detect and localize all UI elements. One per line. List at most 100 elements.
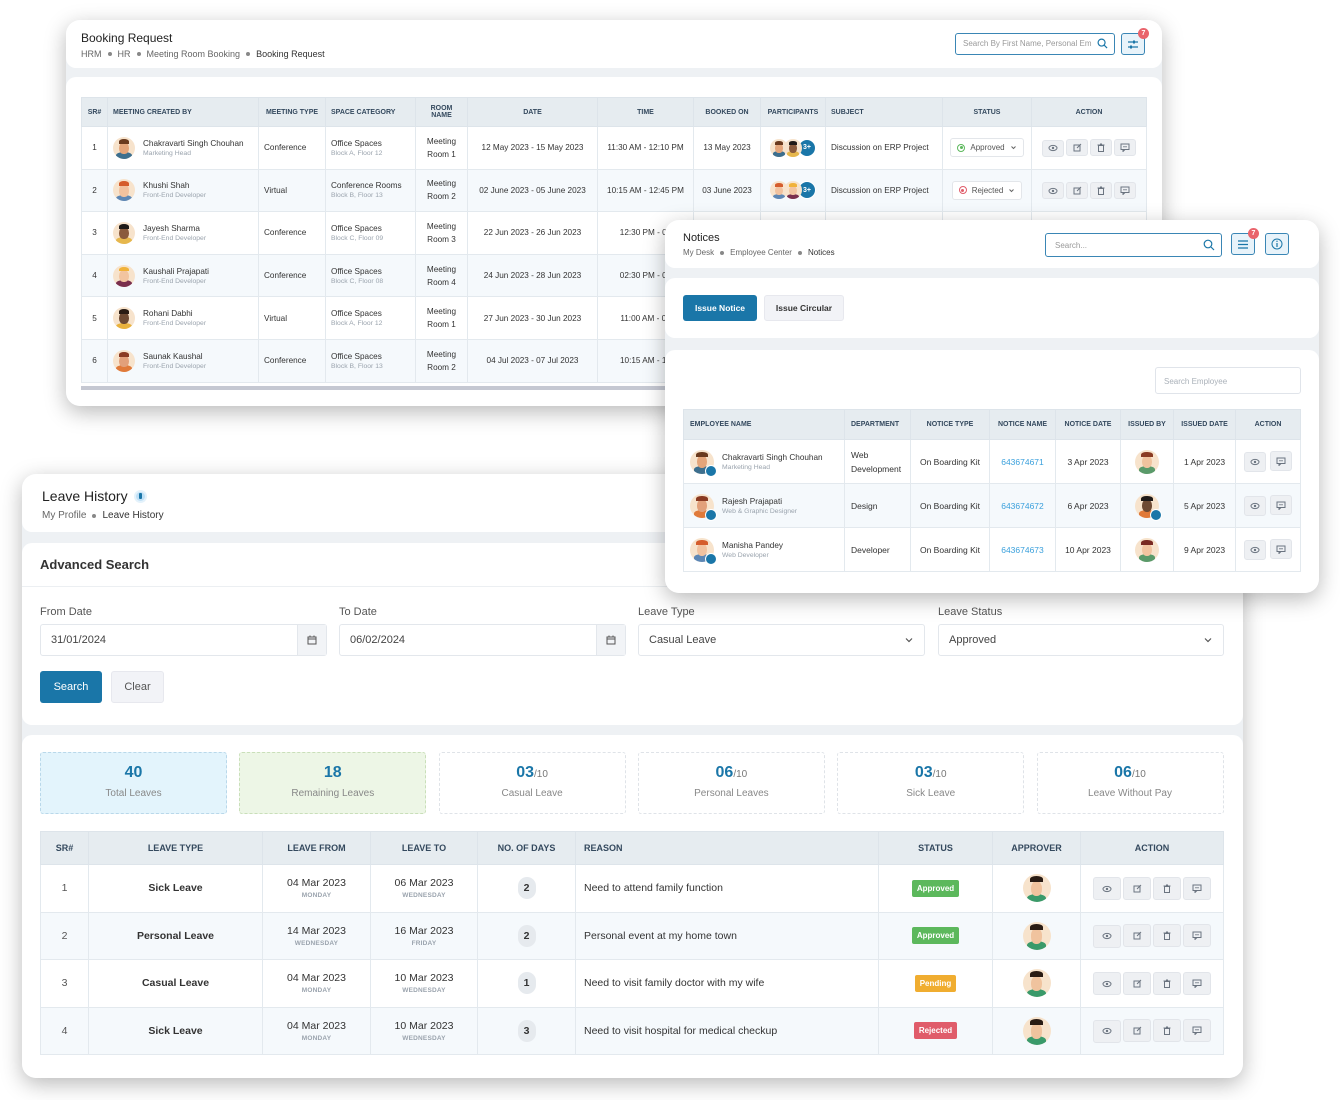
edit-button[interactable] <box>1123 1019 1151 1042</box>
column-header[interactable]: SR# <box>81 97 108 127</box>
column-header[interactable]: NO. OF DAYS <box>477 831 576 865</box>
column-header[interactable]: REASON <box>575 831 879 865</box>
view-button[interactable] <box>1244 495 1266 516</box>
breadcrumb-item[interactable]: Employee Center <box>730 248 792 257</box>
comment-button[interactable] <box>1114 181 1136 199</box>
stat-card: 03/10 Sick Leave <box>837 752 1025 814</box>
column-header[interactable]: LEAVE TYPE <box>88 831 263 865</box>
breadcrumb-item[interactable]: Meeting Room Booking <box>147 49 241 59</box>
column-header[interactable]: STATUS <box>878 831 993 865</box>
column-header[interactable]: LEAVE TO <box>370 831 478 865</box>
column-header[interactable]: ISSUED DATE <box>1173 409 1236 440</box>
column-header[interactable]: BOOKED ON <box>693 97 761 127</box>
column-header[interactable]: DEPARTMENT <box>844 409 911 440</box>
column-header[interactable]: ISSUED BY <box>1120 409 1174 440</box>
column-header[interactable]: ACTION <box>1080 831 1224 865</box>
edit-button[interactable] <box>1066 181 1088 199</box>
comment-button[interactable] <box>1270 539 1292 560</box>
issue-circular-button[interactable]: Issue Circular <box>764 295 844 321</box>
delete-button[interactable] <box>1153 971 1181 995</box>
delete-button[interactable] <box>1090 139 1112 157</box>
column-header[interactable]: NOTICE TYPE <box>910 409 990 440</box>
notice-name-link[interactable]: 643674672 <box>989 483 1056 528</box>
space-name: Office Spaces <box>331 309 382 319</box>
room-line: Meeting <box>426 221 457 231</box>
view-button[interactable] <box>1244 539 1266 560</box>
view-button[interactable] <box>1244 451 1266 472</box>
column-header[interactable]: ROOM NAME <box>415 97 468 127</box>
column-header[interactable]: NOTICE DATE <box>1055 409 1121 440</box>
edit-button[interactable] <box>1123 924 1151 947</box>
search-input[interactable]: Search By First Name, Personal Em <box>955 33 1115 55</box>
delete-button[interactable] <box>1090 181 1112 199</box>
view-button[interactable] <box>1093 924 1121 948</box>
leave-type-cell: Casual Leave <box>88 959 263 1008</box>
view-button[interactable] <box>1093 972 1121 995</box>
from-date-input[interactable]: 31/01/2024 <box>40 624 327 656</box>
stat-total: /10 <box>733 769 748 780</box>
search-button[interactable]: Search <box>40 671 102 703</box>
notice-name-link[interactable]: 643674673 <box>989 527 1056 572</box>
comment-button[interactable] <box>1183 924 1211 947</box>
calendar-icon[interactable] <box>297 625 326 655</box>
filter-button[interactable]: 7 <box>1231 228 1259 255</box>
column-header[interactable]: NOTICE NAME <box>989 409 1056 440</box>
clear-button[interactable]: Clear <box>111 671 164 703</box>
comment-button[interactable] <box>1114 139 1136 157</box>
comment-button[interactable] <box>1183 876 1211 900</box>
column-header[interactable]: DATE <box>467 97 598 127</box>
column-header[interactable]: SUBJECT <box>825 97 943 127</box>
column-header[interactable]: MEETING TYPE <box>258 97 326 127</box>
edit-button[interactable] <box>1066 139 1088 157</box>
comment-button[interactable] <box>1183 1019 1211 1042</box>
status-badge: Rejected <box>913 1022 958 1040</box>
column-header[interactable]: SR# <box>40 831 89 865</box>
creator-name: Khushi Shah <box>143 181 190 191</box>
issue-notice-button[interactable]: Issue Notice <box>683 295 757 321</box>
employee-role: Marketing Head <box>722 463 770 471</box>
to-date-input[interactable]: 06/02/2024 <box>339 624 626 656</box>
breadcrumb-current: Booking Request <box>256 49 325 59</box>
column-header[interactable]: ACTION <box>1031 97 1147 127</box>
column-header[interactable]: TIME <box>597 97 694 127</box>
view-button[interactable] <box>1042 139 1064 157</box>
leave-status-select[interactable]: Approved <box>938 624 1224 656</box>
delete-button[interactable] <box>1153 924 1181 947</box>
view-button[interactable] <box>1042 182 1064 200</box>
column-header[interactable]: EMPLOYEE NAME <box>683 409 845 440</box>
stat-value: 03 <box>914 764 933 781</box>
breadcrumb-item[interactable]: HR <box>118 49 131 59</box>
comment-button[interactable] <box>1270 495 1292 516</box>
breadcrumb-item[interactable]: My Profile <box>42 510 86 521</box>
info-icon[interactable] <box>133 489 147 503</box>
filter-button[interactable]: 7 <box>1121 28 1149 55</box>
delete-button[interactable] <box>1153 876 1181 900</box>
status-dropdown[interactable]: Rejected <box>951 180 1023 200</box>
delete-button[interactable] <box>1153 1019 1181 1042</box>
view-button[interactable] <box>1093 877 1121 900</box>
calendar-icon[interactable] <box>596 625 625 655</box>
leave-type-select[interactable]: Casual Leave <box>638 624 925 656</box>
breadcrumb-item[interactable]: HRM <box>81 49 102 59</box>
employee-search-input[interactable]: Search Employee <box>1155 367 1301 394</box>
notice-name-link[interactable]: 643674671 <box>989 439 1056 484</box>
column-header[interactable]: LEAVE FROM <box>262 831 371 865</box>
search-input[interactable]: Search... <box>1045 233 1222 257</box>
view-button[interactable] <box>1093 1019 1121 1043</box>
column-header[interactable]: SPACE CATEGORY <box>325 97 416 127</box>
column-header[interactable]: ACTION <box>1235 409 1301 440</box>
edit-button[interactable] <box>1123 876 1151 900</box>
column-header[interactable]: MEETING CREATED BY <box>107 97 259 127</box>
breadcrumb-item[interactable]: My Desk <box>683 248 714 257</box>
comment-button[interactable] <box>1270 451 1292 472</box>
info-button[interactable] <box>1265 233 1289 255</box>
column-header[interactable]: APPROVER <box>992 831 1081 865</box>
edit-button[interactable] <box>1123 971 1151 995</box>
employee-cell: Chakravarti Singh Chouhan Marketing Head <box>683 439 845 484</box>
column-header[interactable]: PARTICIPANTS <box>760 97 826 127</box>
sr-cell: 1 <box>40 864 89 913</box>
comment-button[interactable] <box>1183 971 1211 995</box>
leave-from-cell: 04 Mar 2023 MONDAY <box>262 864 371 913</box>
status-dropdown[interactable]: Approved <box>950 138 1024 158</box>
column-header[interactable]: STATUS <box>942 97 1032 127</box>
